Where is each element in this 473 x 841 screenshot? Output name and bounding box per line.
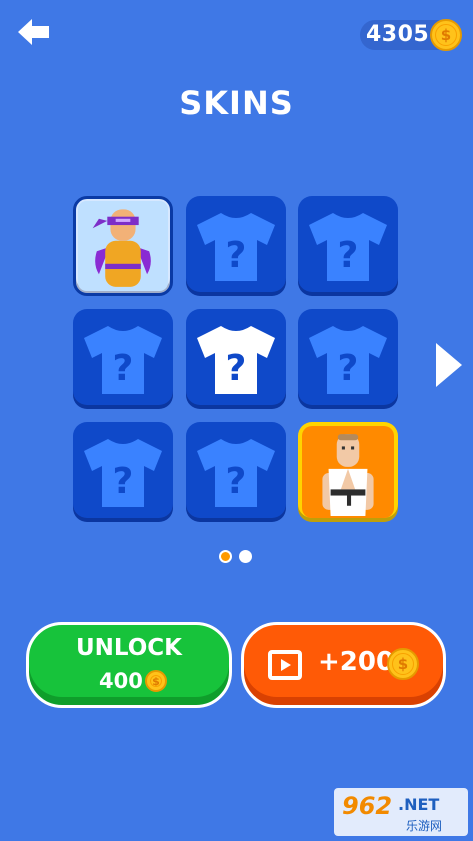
page-dot xyxy=(239,550,252,563)
skin-tile-locked[interactable]: ? xyxy=(298,309,398,409)
svg-text:?: ? xyxy=(226,235,247,276)
coin-icon: $ xyxy=(145,670,167,692)
character-ninja-icon xyxy=(78,201,168,291)
svg-text:?: ? xyxy=(338,348,359,389)
skin-tile-locked[interactable]: ? xyxy=(298,196,398,296)
page-title: SKINS xyxy=(179,84,294,122)
skin-tile-locked[interactable]: ? xyxy=(186,422,286,522)
skin-tile-locked[interactable]: ? xyxy=(73,422,173,522)
svg-text:?: ? xyxy=(226,348,247,389)
coin-icon: $ xyxy=(430,19,462,51)
unlock-label: UNLOCK xyxy=(75,635,182,661)
svg-text:?: ? xyxy=(113,348,134,389)
svg-text:.NET: .NET xyxy=(398,795,439,814)
watermark-logo: 962 .NET 乐游网 xyxy=(334,788,468,836)
skin-tile-karate-frame xyxy=(302,426,394,518)
svg-text:?: ? xyxy=(113,461,134,502)
unlock-button[interactable]: UNLOCK 400 $ xyxy=(26,622,232,708)
skin-tile-locked[interactable]: ? xyxy=(73,309,173,409)
video-play-icon xyxy=(268,650,302,680)
svg-text:?: ? xyxy=(338,235,359,276)
coin-icon: $ xyxy=(387,648,419,680)
svg-text:乐游网: 乐游网 xyxy=(406,819,442,833)
coin-balance-value: 4305 xyxy=(366,22,430,47)
coin-balance: 4305 $ xyxy=(360,19,462,51)
skin-tile-locked-highlighted[interactable]: ? xyxy=(186,309,286,409)
skin-tile-karate-selected[interactable] xyxy=(298,422,398,522)
skin-tile-locked[interactable]: ? xyxy=(186,196,286,296)
chevron-right-icon xyxy=(436,343,462,387)
tshirt-question-icon: ? xyxy=(309,213,387,281)
svg-text:962: 962 xyxy=(342,792,392,820)
tshirt-question-icon: ? xyxy=(84,326,162,394)
arrow-left-icon xyxy=(18,19,49,45)
next-page-button[interactable] xyxy=(432,341,464,389)
skin-tile-ninja[interactable] xyxy=(73,196,173,296)
tshirt-question-white-icon: ? xyxy=(197,326,275,394)
unlock-price: 400 xyxy=(99,669,143,693)
reward-amount: +200 xyxy=(318,647,395,677)
character-karate-icon xyxy=(322,434,374,516)
tshirt-question-icon: ? xyxy=(197,439,275,507)
back-button[interactable] xyxy=(16,16,52,48)
watermark-logo-icon: 962 .NET 乐游网 xyxy=(334,788,468,836)
tshirt-question-icon: ? xyxy=(84,439,162,507)
page-dot-active xyxy=(219,550,232,563)
skins-grid: ? ? ? ? ? ? ? xyxy=(73,196,401,522)
svg-text:?: ? xyxy=(226,461,247,502)
tshirt-question-icon: ? xyxy=(197,213,275,281)
tshirt-question-icon: ? xyxy=(309,326,387,394)
page-indicator xyxy=(219,550,259,566)
watch-video-reward-button[interactable]: +200 $ xyxy=(241,622,446,708)
